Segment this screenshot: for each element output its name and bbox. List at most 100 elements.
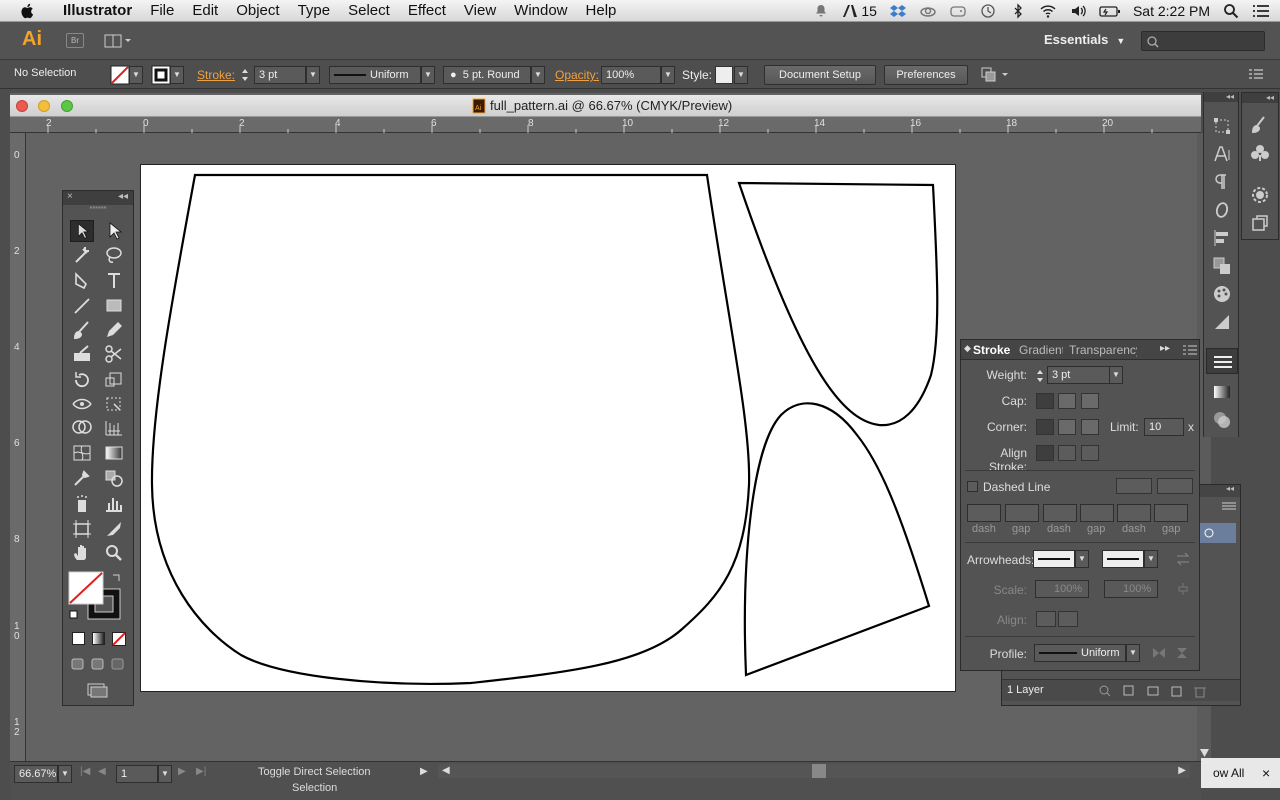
start-arrowhead-dropdown[interactable]: ▼ [1075, 550, 1089, 568]
gap-3-field[interactable] [1154, 504, 1188, 522]
lasso-tool[interactable] [102, 244, 126, 266]
stroke-dock-button-active[interactable] [1206, 348, 1238, 374]
miter-limit-field[interactable]: 10 [1144, 418, 1184, 436]
menu-object[interactable]: Object [227, 2, 288, 19]
wifi-icon[interactable] [1039, 3, 1057, 19]
tab-stroke[interactable]: Stroke [973, 343, 1010, 357]
weight-dropdown[interactable]: ▼ [1109, 366, 1123, 384]
artboard-number-field[interactable]: 1 [116, 765, 158, 783]
arrange-documents-icon[interactable] [104, 33, 132, 49]
opacity-dropdown[interactable]: ▼ [661, 66, 675, 84]
tab-transparency[interactable]: Transparency [1069, 343, 1137, 357]
fill-dropdown[interactable]: ▼ [129, 66, 143, 84]
artboard-tool[interactable] [70, 518, 94, 540]
menu-app-name[interactable]: Illustrator [54, 2, 141, 19]
panel-menu-icon[interactable] [1183, 345, 1197, 355]
brush-definition[interactable]: ● 5 pt. Round [443, 66, 531, 84]
scissors-tool[interactable] [102, 343, 126, 365]
collapse-icon[interactable]: ◂◂ [1242, 93, 1278, 103]
close-icon[interactable]: × [1262, 765, 1270, 781]
symbol-sprayer-tool[interactable] [70, 493, 94, 515]
scrollbar-thumb[interactable] [812, 764, 826, 778]
dash-2-field[interactable] [1043, 504, 1077, 522]
character-panel-icon[interactable] [1212, 144, 1232, 164]
symbols-panel-icon[interactable] [1250, 143, 1270, 163]
collapse-icon[interactable]: ◂◂ [118, 191, 128, 202]
place-arrow-button[interactable] [1058, 611, 1078, 627]
artboard[interactable] [140, 164, 956, 692]
horizontal-scrollbar[interactable]: ◀ ▶ [438, 764, 1190, 778]
arrange-icon[interactable] [980, 65, 1010, 83]
stroke-weight-dropdown[interactable]: ▼ [306, 66, 320, 84]
link-scale-icon[interactable] [1175, 582, 1191, 596]
panel-toggle-icon[interactable]: ◆ [964, 343, 971, 354]
scale-tool[interactable] [102, 369, 126, 391]
stroke-label[interactable]: Stroke: [197, 68, 235, 82]
transform-panel-icon[interactable] [1212, 116, 1232, 136]
extend-arrow-button[interactable] [1036, 611, 1056, 627]
opacity-label[interactable]: Opacity: [555, 68, 599, 82]
scroll-right-arrow-icon[interactable]: ▶ [1178, 765, 1186, 776]
swap-arrowheads-icon[interactable] [1175, 552, 1191, 566]
paragraph-panel-icon[interactable] [1212, 172, 1232, 192]
brushes-panel-icon[interactable] [1250, 115, 1270, 135]
menu-help[interactable]: Help [577, 2, 626, 19]
menu-file[interactable]: File [141, 2, 183, 19]
graphic-styles-panel-icon[interactable] [1250, 213, 1270, 233]
tools-panel-header[interactable]: × ◂◂ [63, 191, 133, 205]
fill-swatch[interactable] [110, 65, 130, 85]
zoom-tool[interactable] [102, 542, 126, 564]
layer-actions-icons[interactable] [1098, 684, 1208, 698]
mesh-tool[interactable] [70, 442, 94, 464]
slice-tool[interactable] [102, 518, 126, 540]
first-artboard-button[interactable]: |◀ [80, 766, 90, 777]
variable-width-profile[interactable]: Uniform [329, 66, 421, 84]
collapse-icon[interactable]: ◂◂ [1226, 484, 1234, 493]
fill-stroke-swatches[interactable] [68, 569, 128, 621]
close-icon[interactable]: × [67, 191, 73, 202]
weight-field[interactable]: 3 pt [1047, 366, 1115, 384]
align-inside-button[interactable] [1058, 445, 1076, 461]
current-tool-status[interactable]: Toggle Direct Selection [258, 766, 371, 778]
screen-mode-icon[interactable] [85, 682, 109, 698]
gap-1-field[interactable] [1005, 504, 1039, 522]
stroke-color-dropdown[interactable]: ▼ [170, 66, 184, 84]
menubar-clock[interactable]: Sat 2:22 PM [1133, 3, 1210, 19]
rectangle-tool[interactable] [102, 295, 126, 317]
preferences-button[interactable]: Preferences [884, 65, 968, 85]
menu-window[interactable]: Window [505, 2, 576, 19]
show-all-notification[interactable]: ow All × [1201, 758, 1280, 788]
horizontal-ruler[interactable]: 2 0 2 4 6 8 10 12 14 16 18 20 [10, 117, 1201, 133]
weight-stepper[interactable] [239, 66, 251, 84]
opacity-field[interactable]: 100% [601, 66, 661, 84]
direct-selection-tool[interactable] [102, 220, 126, 242]
dash-3-field[interactable] [1117, 504, 1151, 522]
weight-stepper[interactable] [1035, 367, 1045, 385]
bridge-button[interactable]: Br [66, 33, 84, 48]
eyedropper-tool[interactable] [70, 467, 94, 489]
paintbrush-tool[interactable] [70, 319, 94, 341]
butt-cap-button[interactable] [1036, 393, 1054, 409]
gradient-dock-icon[interactable] [1212, 312, 1232, 332]
stroke-weight-field[interactable]: 3 pt [254, 66, 306, 84]
start-scale-field[interactable]: 100% [1035, 580, 1089, 598]
spotlight-search-icon[interactable] [1222, 3, 1240, 19]
help-search-input[interactable] [1141, 31, 1265, 51]
gamepad-icon[interactable] [949, 3, 967, 19]
status-menu-arrow-icon[interactable]: ▶ [420, 766, 428, 777]
free-transform-tool[interactable] [102, 393, 126, 415]
profile-dropdown[interactable]: ▼ [421, 66, 435, 84]
graphic-style-swatch[interactable] [715, 66, 733, 84]
dash-1-field[interactable] [967, 504, 1001, 522]
round-cap-button[interactable] [1058, 393, 1076, 409]
volume-icon[interactable] [1069, 3, 1087, 19]
scroll-left-arrow-icon[interactable]: ◀ [442, 765, 450, 776]
panel-menu-icon[interactable] [1222, 501, 1236, 511]
notification-center-icon[interactable] [1252, 3, 1270, 19]
hand-tool[interactable] [70, 542, 94, 564]
document-setup-button[interactable]: Document Setup [764, 65, 876, 85]
stroke-swatch[interactable] [151, 65, 171, 85]
blend-tool[interactable] [102, 467, 126, 489]
brush-dropdown[interactable]: ▼ [531, 66, 545, 84]
dashed-line-checkbox[interactable] [967, 481, 978, 492]
